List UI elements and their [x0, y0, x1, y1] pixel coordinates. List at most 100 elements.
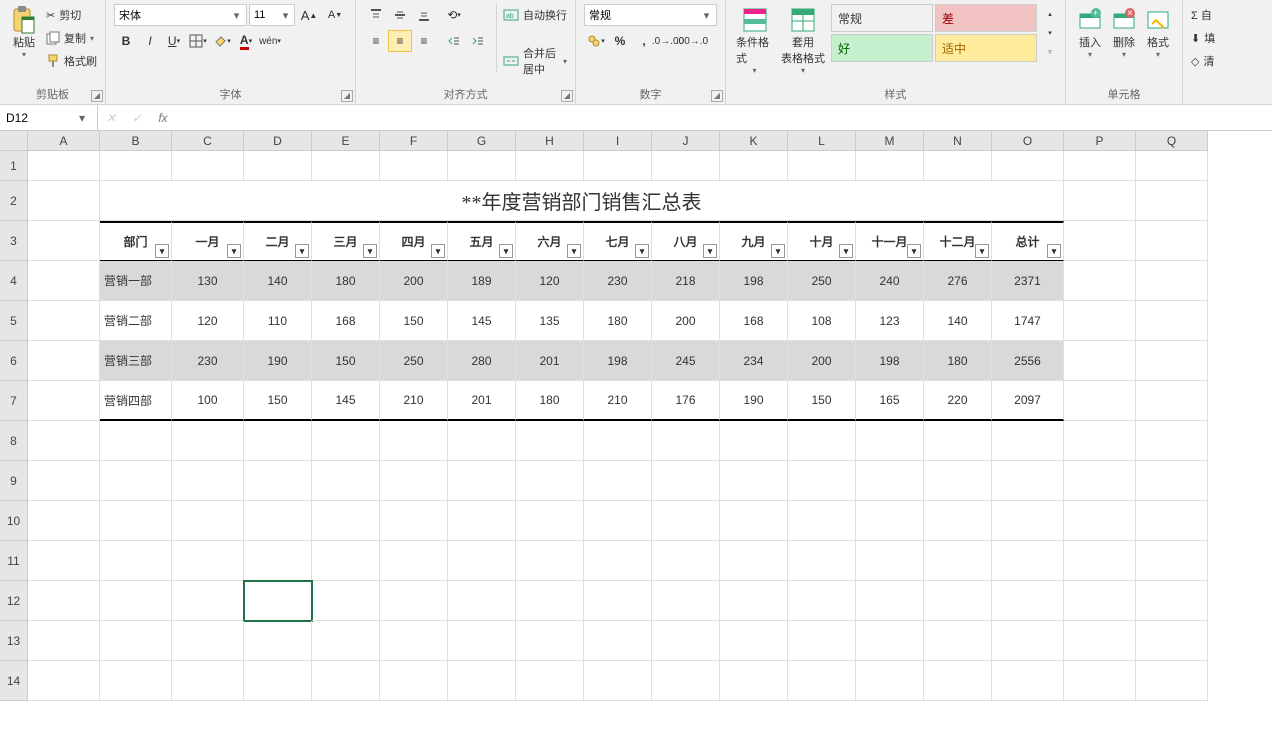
filter-5[interactable]: ▾	[499, 244, 513, 258]
cell-E1[interactable]	[312, 151, 380, 181]
cell-K9[interactable]	[720, 461, 788, 501]
cell-M1[interactable]	[856, 151, 924, 181]
cell-O3[interactable]: 总计▾	[992, 221, 1064, 261]
conditional-format-button[interactable]: 条件格式▾	[734, 4, 775, 77]
filter-13[interactable]: ▾	[1047, 244, 1061, 258]
styles-down[interactable]: ▾	[1043, 26, 1057, 40]
cell-J4[interactable]: 218	[652, 261, 720, 301]
cell-O9[interactable]	[992, 461, 1064, 501]
cell-F8[interactable]	[380, 421, 448, 461]
cell-J9[interactable]	[652, 461, 720, 501]
cell-F14[interactable]	[380, 661, 448, 701]
border-button[interactable]: ▾	[186, 30, 210, 52]
cell-D13[interactable]	[244, 621, 312, 661]
cell-Q12[interactable]	[1136, 581, 1208, 621]
cell-J13[interactable]	[652, 621, 720, 661]
cell-J14[interactable]	[652, 661, 720, 701]
row-header-4[interactable]: 4	[0, 261, 28, 301]
cell-L11[interactable]	[788, 541, 856, 581]
enter-fx-button[interactable]: ✓	[124, 111, 150, 125]
cell-P11[interactable]	[1064, 541, 1136, 581]
increase-font-button[interactable]: A▲	[297, 4, 321, 26]
cell-F3[interactable]: 四月▾	[380, 221, 448, 261]
cell-D7[interactable]: 150	[244, 381, 312, 421]
cell-grid[interactable]: **年度营销部门销售汇总表部门▾一月▾二月▾三月▾四月▾五月▾六月▾七月▾八月▾…	[28, 151, 1272, 746]
col-header-E[interactable]: E	[312, 131, 380, 151]
percent-button[interactable]: %	[608, 30, 632, 52]
filter-8[interactable]: ▾	[703, 244, 717, 258]
cell-Q14[interactable]	[1136, 661, 1208, 701]
cell-E3[interactable]: 三月▾	[312, 221, 380, 261]
cell-E11[interactable]	[312, 541, 380, 581]
cell-J8[interactable]	[652, 421, 720, 461]
cell-B14[interactable]	[100, 661, 172, 701]
name-box-dropdown[interactable]: ▾	[76, 111, 88, 125]
filter-11[interactable]: ▾	[907, 244, 921, 258]
cell-Q4[interactable]	[1136, 261, 1208, 301]
cell-O5[interactable]: 1747	[992, 301, 1064, 341]
cell-A9[interactable]	[28, 461, 100, 501]
style-normal[interactable]: 常规	[831, 4, 933, 32]
cell-C14[interactable]	[172, 661, 244, 701]
cell-A5[interactable]	[28, 301, 100, 341]
cell-C13[interactable]	[172, 621, 244, 661]
cell-A11[interactable]	[28, 541, 100, 581]
cell-H4[interactable]: 120	[516, 261, 584, 301]
cell-J6[interactable]: 245	[652, 341, 720, 381]
cell-B8[interactable]	[100, 421, 172, 461]
cell-H12[interactable]	[516, 581, 584, 621]
clipboard-dialog-launcher[interactable]: ◢	[91, 90, 103, 102]
cell-K3[interactable]: 九月▾	[720, 221, 788, 261]
cell-P2[interactable]	[1064, 181, 1136, 221]
cell-B5[interactable]: 营销二部	[100, 301, 172, 341]
style-good[interactable]: 好	[831, 34, 933, 62]
cell-B1[interactable]	[100, 151, 172, 181]
cell-M4[interactable]: 240	[856, 261, 924, 301]
cell-O14[interactable]	[992, 661, 1064, 701]
cell-O4[interactable]: 2371	[992, 261, 1064, 301]
filter-12[interactable]: ▾	[975, 244, 989, 258]
cell-I7[interactable]: 210	[584, 381, 652, 421]
cell-G4[interactable]: 189	[448, 261, 516, 301]
cancel-fx-button[interactable]: ✕	[98, 111, 124, 125]
cell-N11[interactable]	[924, 541, 992, 581]
col-header-G[interactable]: G	[448, 131, 516, 151]
cell-G3[interactable]: 五月▾	[448, 221, 516, 261]
fill-button[interactable]: ⬇填	[1191, 27, 1215, 49]
cell-O7[interactable]: 2097	[992, 381, 1064, 421]
cell-B13[interactable]	[100, 621, 172, 661]
cell-A3[interactable]	[28, 221, 100, 261]
cell-I1[interactable]	[584, 151, 652, 181]
merge-center-button[interactable]: 合并后居中 ▾	[503, 50, 567, 72]
cell-M10[interactable]	[856, 501, 924, 541]
orientation-button[interactable]: ⟲▾	[442, 4, 466, 26]
filter-0[interactable]: ▾	[155, 244, 169, 258]
cell-D3[interactable]: 二月▾	[244, 221, 312, 261]
cell-A14[interactable]	[28, 661, 100, 701]
cell-N7[interactable]: 220	[924, 381, 992, 421]
cell-M3[interactable]: 十一月▾	[856, 221, 924, 261]
cell-G13[interactable]	[448, 621, 516, 661]
cell-K11[interactable]	[720, 541, 788, 581]
cell-K4[interactable]: 198	[720, 261, 788, 301]
cell-A1[interactable]	[28, 151, 100, 181]
bold-button[interactable]: B	[114, 30, 138, 52]
cell-P7[interactable]	[1064, 381, 1136, 421]
cell-H8[interactable]	[516, 421, 584, 461]
cell-G9[interactable]	[448, 461, 516, 501]
cell-M9[interactable]	[856, 461, 924, 501]
col-header-O[interactable]: O	[992, 131, 1064, 151]
row-header-1[interactable]: 1	[0, 151, 28, 181]
cell-K10[interactable]	[720, 501, 788, 541]
cell-H11[interactable]	[516, 541, 584, 581]
cell-P13[interactable]	[1064, 621, 1136, 661]
cell-I14[interactable]	[584, 661, 652, 701]
cell-Q1[interactable]	[1136, 151, 1208, 181]
cell-Q11[interactable]	[1136, 541, 1208, 581]
insert-cells-button[interactable]: + 插入▾	[1074, 4, 1106, 61]
cell-A4[interactable]	[28, 261, 100, 301]
cell-K8[interactable]	[720, 421, 788, 461]
align-right-button[interactable]: ≡	[412, 30, 436, 52]
cell-H1[interactable]	[516, 151, 584, 181]
wrap-text-button[interactable]: ab 自动换行	[503, 4, 567, 26]
